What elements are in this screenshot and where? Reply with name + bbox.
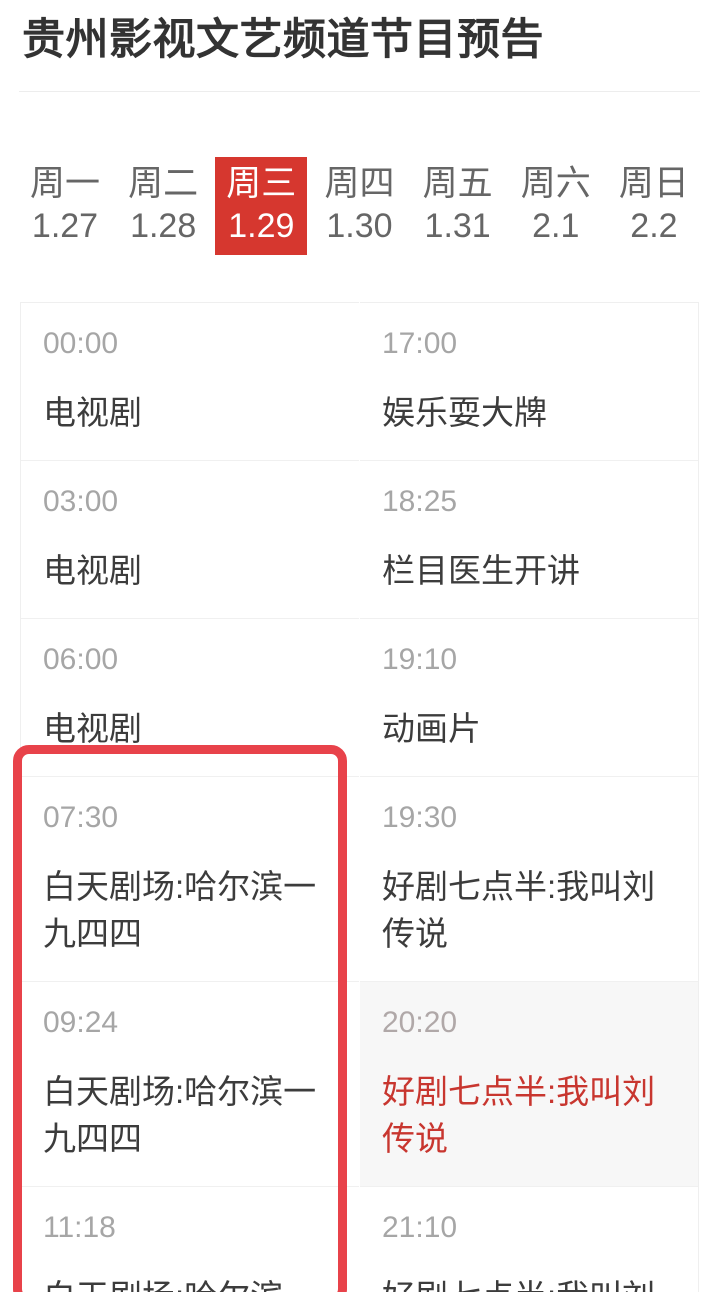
- day-tab-bar[interactable]: 周一 1.27 周二 1.28 周三 1.29 周四 1.30 周五 1.31 周六 2.1 周日 2.2: [19, 157, 700, 257]
- program-title: 栏目医生开讲: [382, 552, 580, 589]
- schedule-column-left: 00:00 电视剧 03:00 电视剧 06:00 电视剧 07:30 白天剧场:哈尔滨一九四…: [20, 302, 359, 1292]
- day-tab-date: 1.29: [228, 207, 295, 245]
- program-title: 好剧七点半:我叫刘传说: [382, 868, 656, 952]
- program-time: 19:10: [382, 643, 458, 676]
- program-title: 白天剧场:哈尔滨一九四四: [43, 1073, 317, 1157]
- day-tab-1.30[interactable]: 周四 1.30: [313, 157, 405, 255]
- program-title: 动画片: [382, 710, 481, 747]
- program-time: 19:30: [382, 801, 458, 834]
- program-title: 好剧七点半:我叫刘传说: [382, 1273, 676, 1292]
- day-tab-2.1[interactable]: 周六 2.1: [510, 157, 602, 255]
- day-tab-name: 周五: [422, 164, 493, 203]
- program-title: 好剧七点半:我叫刘传说: [382, 1073, 656, 1157]
- program-title: 电视剧: [43, 394, 142, 431]
- program-time: 03:00: [43, 485, 119, 518]
- program-cell[interactable]: 19:10 动画片: [360, 619, 698, 777]
- day-tab-date: 1.31: [424, 207, 491, 245]
- program-title: 电视剧: [43, 552, 142, 589]
- day-tab-2.2[interactable]: 周日 2.2: [608, 157, 700, 255]
- day-tab-1.31[interactable]: 周五 1.31: [412, 157, 504, 255]
- header-divider: [19, 91, 700, 92]
- day-tab-name: 周六: [520, 164, 591, 203]
- program-time: 20:20: [382, 1006, 458, 1039]
- program-title: 电视剧: [43, 710, 142, 747]
- day-tab-name: 周一: [29, 164, 100, 203]
- program-title: 白天剧场:哈尔滨一九四四: [43, 868, 317, 952]
- program-time: 07:30: [43, 801, 119, 834]
- program-time: 09:24: [43, 1006, 119, 1039]
- program-cell[interactable]: 19:30 好剧七点半:我叫刘传说: [360, 777, 698, 982]
- program-cell[interactable]: 07:30 白天剧场:哈尔滨一九四四: [21, 777, 359, 982]
- program-time: 00:00: [43, 327, 119, 360]
- day-tab-1.29[interactable]: 周三 1.29: [215, 157, 308, 255]
- program-cell[interactable]: 00:00 电视剧: [21, 303, 359, 461]
- day-tab-date: 1.28: [130, 207, 197, 245]
- day-tab-name: 周四: [324, 164, 395, 203]
- day-tab-date: 1.30: [326, 207, 393, 245]
- page-title: 贵州影视文艺频道节目预告: [22, 16, 544, 64]
- program-time: 21:10: [382, 1211, 458, 1244]
- program-title: 娱乐耍大牌: [382, 394, 547, 431]
- schedule-column-right: 17:00 娱乐耍大牌 18:25 栏目医生开讲 19:10 动画片 19:30 好剧七点半:…: [360, 302, 699, 1292]
- program-time: 11:18: [43, 1211, 116, 1244]
- program-guide-page: 贵州影视文艺频道节目预告 周一 1.27 周二 1.28 周三 1.29 周四 1.30 周五 1…: [0, 0, 720, 1292]
- program-cell[interactable]: 20:20 好剧七点半:我叫刘传说: [360, 982, 698, 1187]
- program-time: 06:00: [43, 643, 119, 676]
- program-time: 17:00: [382, 327, 458, 360]
- program-title: 白天剧场:哈尔滨一九四四: [43, 1273, 337, 1292]
- day-tab-1.28[interactable]: 周二 1.28: [117, 157, 209, 255]
- program-cell[interactable]: 21:10 好剧七点半:我叫刘传说: [360, 1187, 698, 1292]
- day-tab-1.27[interactable]: 周一 1.27: [19, 157, 111, 255]
- program-cell[interactable]: 06:00 电视剧: [21, 619, 359, 777]
- day-tab-name: 周日: [618, 164, 689, 203]
- day-tab-name: 周二: [128, 164, 199, 203]
- day-tab-name: 周三: [226, 164, 297, 203]
- day-tab-date: 1.27: [31, 207, 99, 245]
- program-cell[interactable]: 18:25 栏目医生开讲: [360, 461, 698, 619]
- program-time: 18:25: [382, 485, 458, 518]
- day-tab-date: 2.1: [532, 207, 580, 245]
- program-cell[interactable]: 03:00 电视剧: [21, 461, 359, 619]
- program-cell[interactable]: 09:24 白天剧场:哈尔滨一九四四: [21, 982, 359, 1187]
- program-cell[interactable]: 17:00 娱乐耍大牌: [360, 303, 698, 461]
- schedule-grid: 00:00 电视剧 03:00 电视剧 06:00 电视剧 07:30 白天剧场:哈尔滨一九四…: [20, 302, 699, 1292]
- program-cell[interactable]: 11:18 白天剧场:哈尔滨一九四四: [21, 1187, 359, 1292]
- day-tab-date: 2.2: [630, 207, 678, 245]
